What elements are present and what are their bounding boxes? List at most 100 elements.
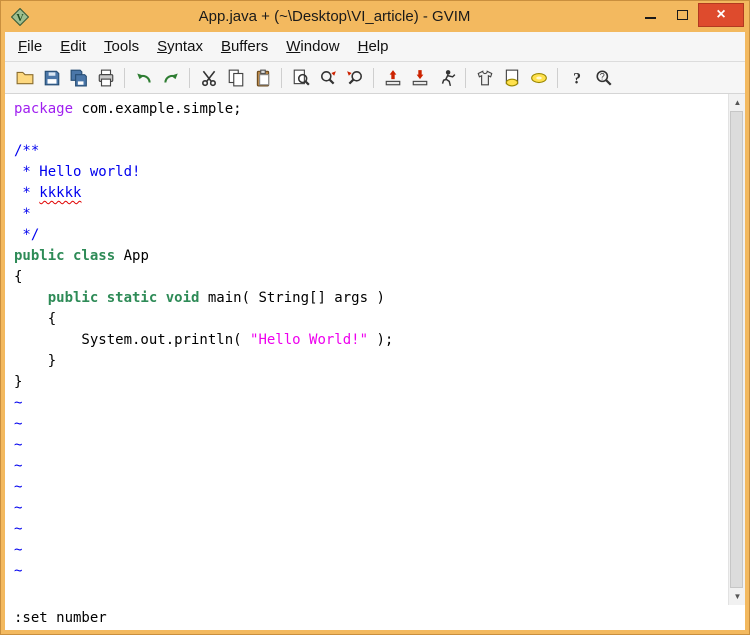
run-ctags-button[interactable]: [498, 65, 525, 91]
editor-line: ~: [14, 414, 723, 435]
toolbar-separator: [124, 67, 125, 88]
find-next-icon: [320, 70, 336, 84]
run-script-button[interactable]: [433, 65, 460, 91]
code-segment: com.example.simple;: [73, 101, 242, 117]
toolbar-separator: [557, 67, 558, 88]
code-segment: }: [14, 353, 57, 369]
tilde-marker: ~: [14, 563, 23, 579]
load-session-icon: [385, 69, 400, 85]
toolbar: ??: [5, 62, 745, 94]
tilde-marker: ~: [14, 542, 23, 558]
scroll-down-button[interactable]: ▼: [729, 588, 745, 605]
editor-line: public static void main( String[] args ): [14, 288, 723, 309]
toolbar-separator: [281, 67, 282, 88]
menu-buffers[interactable]: Buffers: [212, 34, 277, 59]
editor-line: ~: [14, 456, 723, 477]
find-replace-icon: [293, 69, 310, 86]
editor-line: }: [14, 351, 723, 372]
editor-line: *: [14, 204, 723, 225]
maximize-button[interactable]: [666, 3, 698, 27]
tilde-marker: ~: [14, 437, 23, 453]
paste-icon: [256, 69, 269, 86]
undo-button[interactable]: [130, 65, 157, 91]
open-button[interactable]: [11, 65, 38, 91]
titlebar: V App.java + (~\Desktop\VI_article) - GV…: [5, 1, 745, 32]
editor-line: {: [14, 309, 723, 330]
paste-button[interactable]: [249, 65, 276, 91]
close-button[interactable]: ×: [698, 3, 744, 27]
svg-text:?: ?: [599, 71, 604, 81]
cut-button[interactable]: [195, 65, 222, 91]
save-session-icon: [412, 69, 427, 85]
code-segment: *: [14, 206, 31, 222]
menubar: File Edit Tools Syntax Buffers Window Help: [5, 32, 745, 62]
editor-line: */: [14, 225, 723, 246]
code-segment: {: [14, 269, 23, 285]
vim-logo-icon: V: [11, 7, 29, 26]
code-segment: );: [368, 332, 394, 348]
make-button[interactable]: [471, 65, 498, 91]
editor-line: ~: [14, 393, 723, 414]
copy-icon: [228, 69, 243, 86]
save-session-button[interactable]: [406, 65, 433, 91]
load-session-button[interactable]: [379, 65, 406, 91]
editor-line: * kkkkk: [14, 183, 723, 204]
caption-buttons: ×: [634, 1, 745, 32]
scrollbar-thumb[interactable]: [730, 111, 743, 588]
code-segment: main( String[] args ): [199, 290, 385, 306]
code-segment: /**: [14, 143, 40, 159]
help-icon: ?: [573, 70, 581, 86]
minimize-icon: [644, 17, 656, 19]
editor-line: public class App: [14, 246, 723, 267]
help-button[interactable]: ?: [563, 65, 590, 91]
menu-edit[interactable]: Edit: [51, 34, 95, 59]
editor-line: }: [14, 372, 723, 393]
tilde-marker: ~: [14, 416, 23, 432]
toolbar-separator: [373, 67, 374, 88]
find-help-button[interactable]: ?: [590, 65, 617, 91]
menu-syntax[interactable]: Syntax: [148, 34, 212, 59]
toolbar-separator: [189, 67, 190, 88]
save-button[interactable]: [38, 65, 65, 91]
menu-window[interactable]: Window: [277, 34, 348, 59]
find-prev-button[interactable]: [341, 65, 368, 91]
tilde-marker: ~: [14, 479, 23, 495]
save-all-button[interactable]: [65, 65, 92, 91]
save-all-icon: [70, 69, 87, 86]
maximize-icon: [676, 10, 688, 20]
print-button[interactable]: [92, 65, 119, 91]
menu-help[interactable]: Help: [349, 34, 398, 59]
editor-line: ~: [14, 435, 723, 456]
menu-tools[interactable]: Tools: [95, 34, 148, 59]
command-line[interactable]: :set number: [5, 605, 745, 630]
scroll-up-button[interactable]: ▲: [729, 94, 745, 111]
redo-button[interactable]: [157, 65, 184, 91]
editor-line: ~: [14, 561, 723, 582]
editor-line: ~: [14, 477, 723, 498]
editor[interactable]: package com.example.simple; /** * Hello …: [5, 94, 745, 605]
redo-icon: [163, 73, 178, 83]
code-segment: App: [115, 248, 149, 264]
editor-line: /**: [14, 141, 723, 162]
tag-jump-button[interactable]: [525, 65, 552, 91]
find-prev-icon: [346, 70, 362, 84]
code-segment: }: [14, 374, 23, 390]
svg-text:V: V: [16, 12, 24, 23]
minimize-button[interactable]: [634, 3, 666, 27]
open-icon: [16, 71, 33, 84]
menu-file[interactable]: File: [9, 34, 51, 59]
make-icon: [477, 69, 492, 85]
find-next-button[interactable]: [314, 65, 341, 91]
copy-button[interactable]: [222, 65, 249, 91]
tilde-marker: ~: [14, 395, 23, 411]
editor-line: {: [14, 267, 723, 288]
save-icon: [44, 70, 59, 85]
scrollbar[interactable]: ▲ ▼: [728, 94, 745, 605]
editor-line: ~: [14, 519, 723, 540]
close-icon: ×: [716, 6, 726, 23]
find-replace-button[interactable]: [287, 65, 314, 91]
tilde-marker: ~: [14, 500, 23, 516]
editor-line: ~: [14, 498, 723, 519]
code-segment: "Hello World!": [250, 332, 369, 348]
